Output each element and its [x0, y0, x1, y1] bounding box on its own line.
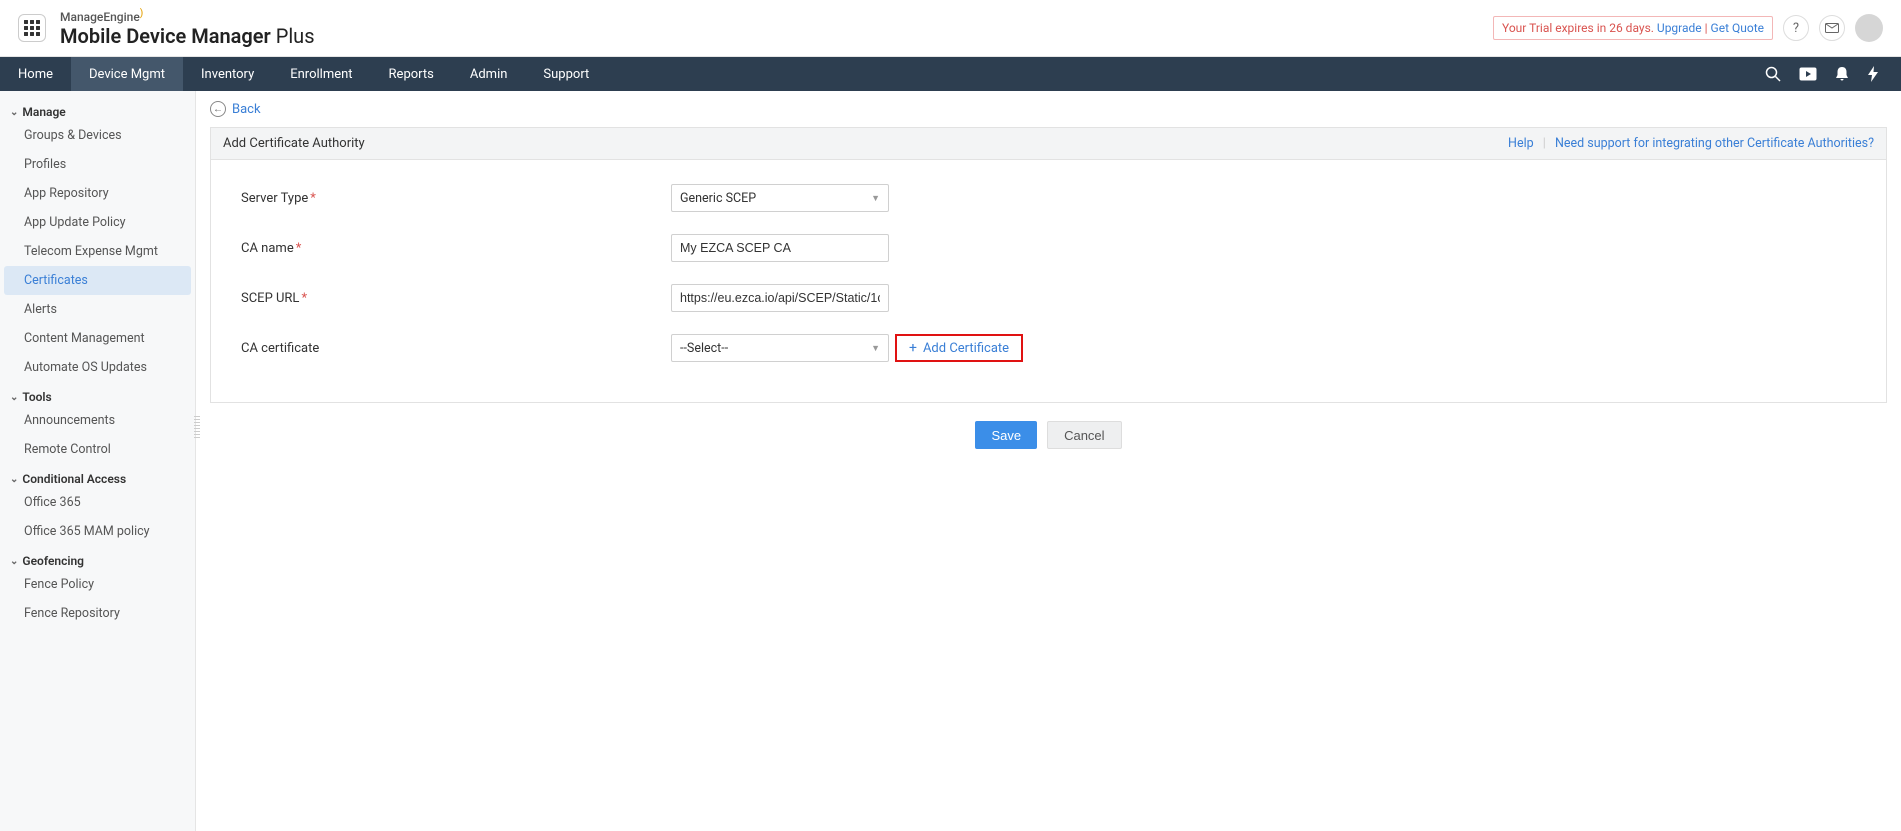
- chevron-down-icon: ⌄: [10, 474, 18, 485]
- sidebar-section-label: Conditional Access: [22, 472, 126, 486]
- form-panel: Add Certificate Authority Help | Need su…: [210, 127, 1887, 403]
- sidebar-item-office-365-mam[interactable]: Office 365 MAM policy: [0, 517, 195, 546]
- video-icon: [1799, 67, 1817, 81]
- sidebar-item-certificates[interactable]: Certificates: [4, 266, 191, 295]
- apps-grid-icon: [24, 20, 40, 36]
- brand-logo: ManageEngine) Mobile Device Manager Plus: [60, 8, 315, 48]
- ca-name-input[interactable]: [671, 234, 889, 262]
- quick-action-button[interactable]: [1867, 66, 1879, 82]
- add-certificate-label: Add Certificate: [923, 341, 1009, 356]
- sidebar-section-label: Geofencing: [22, 554, 84, 568]
- sidebar-item-automate-os-updates[interactable]: Automate OS Updates: [0, 353, 195, 382]
- chevron-down-icon: ⌄: [10, 107, 18, 118]
- main-content: ← Back Add Certificate Authority Help | …: [196, 91, 1901, 831]
- sidebar-item-groups-devices[interactable]: Groups & Devices: [0, 121, 195, 150]
- ca-name-label: CA name*: [241, 241, 671, 256]
- sidebar-section-conditional-access[interactable]: ⌄ Conditional Access: [0, 464, 195, 488]
- nav-reports[interactable]: Reports: [371, 57, 452, 91]
- nav-inventory[interactable]: Inventory: [183, 57, 272, 91]
- sidebar-item-profiles[interactable]: Profiles: [0, 150, 195, 179]
- nav-admin[interactable]: Admin: [452, 57, 526, 91]
- save-button[interactable]: Save: [975, 421, 1037, 449]
- help-link[interactable]: Help: [1508, 136, 1534, 151]
- cancel-button[interactable]: Cancel: [1047, 421, 1121, 449]
- ca-certificate-value: --Select--: [680, 341, 728, 356]
- mail-icon: [1825, 23, 1839, 33]
- mail-button[interactable]: [1819, 15, 1845, 41]
- ca-certificate-select[interactable]: --Select-- ▼: [671, 334, 889, 362]
- server-type-value: Generic SCEP: [680, 191, 756, 206]
- chevron-down-icon: ⌄: [10, 556, 18, 567]
- nav-support[interactable]: Support: [525, 57, 607, 91]
- ca-certificate-label: CA certificate: [241, 341, 671, 356]
- sidebar-item-fence-repository[interactable]: Fence Repository: [0, 599, 195, 628]
- app-header: ManageEngine) Mobile Device Manager Plus…: [0, 0, 1901, 57]
- nav-device-mgmt[interactable]: Device Mgmt: [71, 57, 183, 91]
- add-certificate-button[interactable]: + Add Certificate: [895, 334, 1023, 362]
- sidebar-item-app-repository[interactable]: App Repository: [0, 179, 195, 208]
- search-icon: [1765, 66, 1781, 82]
- panel-title: Add Certificate Authority: [223, 136, 365, 151]
- nav-home[interactable]: Home: [0, 57, 71, 91]
- support-link[interactable]: Need support for integrating other Certi…: [1555, 136, 1874, 151]
- sidebar-section-manage[interactable]: ⌄ Manage: [0, 97, 195, 121]
- sidebar-item-office-365[interactable]: Office 365: [0, 488, 195, 517]
- sidebar-item-fence-policy[interactable]: Fence Policy: [0, 570, 195, 599]
- main-nav: Home Device Mgmt Inventory Enrollment Re…: [0, 57, 1901, 91]
- back-label: Back: [232, 102, 261, 117]
- chevron-down-icon: ▼: [871, 193, 880, 204]
- back-arrow-icon: ←: [210, 101, 226, 117]
- sidebar-item-remote-control[interactable]: Remote Control: [0, 435, 195, 464]
- scep-url-label: SCEP URL*: [241, 291, 671, 306]
- lightning-icon: [1867, 66, 1879, 82]
- upgrade-link[interactable]: Upgrade: [1657, 21, 1702, 35]
- sidebar-item-app-update-policy[interactable]: App Update Policy: [0, 208, 195, 237]
- get-quote-link[interactable]: Get Quote: [1711, 21, 1764, 35]
- brand-top: ManageEngine: [60, 10, 140, 24]
- trial-text: Your Trial expires in 26 days.: [1502, 21, 1657, 35]
- nav-enrollment[interactable]: Enrollment: [272, 57, 370, 91]
- video-button[interactable]: [1799, 67, 1817, 81]
- server-type-select[interactable]: Generic SCEP ▼: [671, 184, 889, 212]
- app-launcher-button[interactable]: [18, 14, 46, 42]
- scep-url-input[interactable]: [671, 284, 889, 312]
- notifications-button[interactable]: [1835, 66, 1849, 82]
- chevron-down-icon: ▼: [871, 343, 880, 354]
- brand-swirl-icon: ): [140, 8, 144, 19]
- chevron-down-icon: ⌄: [10, 392, 18, 403]
- trial-banner: Your Trial expires in 26 days. Upgrade |…: [1493, 16, 1773, 40]
- search-button[interactable]: [1765, 66, 1781, 82]
- sidebar-section-label: Manage: [22, 105, 65, 119]
- panel-header: Add Certificate Authority Help | Need su…: [211, 128, 1886, 160]
- sidebar-item-announcements[interactable]: Announcements: [0, 406, 195, 435]
- server-type-label: Server Type*: [241, 191, 671, 206]
- back-link[interactable]: ← Back: [210, 101, 1887, 117]
- sidebar-section-tools[interactable]: ⌄ Tools: [0, 382, 195, 406]
- sidebar-section-label: Tools: [22, 390, 51, 404]
- sidebar-item-telecom-expense[interactable]: Telecom Expense Mgmt: [0, 237, 195, 266]
- user-avatar[interactable]: [1855, 14, 1883, 42]
- left-sidebar: ⌄ Manage Groups & Devices Profiles App Re…: [0, 91, 196, 831]
- plus-icon: +: [909, 340, 917, 356]
- sidebar-section-geofencing[interactable]: ⌄ Geofencing: [0, 546, 195, 570]
- sidebar-item-alerts[interactable]: Alerts: [0, 295, 195, 324]
- sidebar-item-content-management[interactable]: Content Management: [0, 324, 195, 353]
- brand-title: Mobile Device Manager Plus: [60, 24, 315, 48]
- help-button[interactable]: ?: [1783, 15, 1809, 41]
- bell-icon: [1835, 66, 1849, 82]
